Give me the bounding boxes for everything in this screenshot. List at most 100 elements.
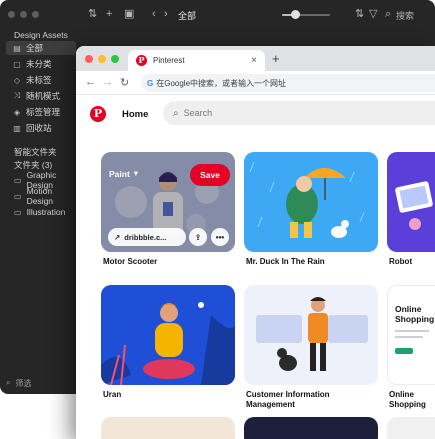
folder-item-graphic-design[interactable]: ▭ Graphic Design (6, 170, 80, 190)
folder-item-motion-design[interactable]: ▭ Motion Design (6, 186, 80, 206)
minimize-window-button[interactable] (20, 11, 27, 18)
pin-image (244, 285, 378, 385)
untagged-icon: ◇ (13, 75, 21, 85)
text-line (395, 336, 423, 338)
sync-icon[interactable]: ⇅ (88, 8, 97, 20)
search-input[interactable]: ⌕ Search (163, 101, 435, 125)
add-icon[interactable]: + (106, 8, 112, 20)
address-placeholder: 在Google中搜索，或者输入一个网址 (156, 78, 287, 88)
share-button[interactable]: ⇪ (189, 228, 207, 246)
more-options-button[interactable]: ••• (211, 228, 229, 246)
app-sidebar: Design Assets ▤ 全部 ▢ 未分类 ◇ 未标签 ⤨ 随机模式 ◈ … (0, 30, 78, 394)
sidebar-item-tag-manage[interactable]: ◈ 标签管理 (6, 105, 76, 119)
folder-icon: ▭ (14, 191, 22, 201)
tab-pinterest[interactable]: P Pinterest × (128, 50, 265, 71)
share-icon: ⇪ (194, 232, 202, 242)
pin-image (244, 152, 378, 252)
pin-caption[interactable]: Customer Information Management (246, 390, 376, 410)
close-icon[interactable]: × (251, 55, 257, 66)
forward-icon[interactable]: › (164, 8, 168, 20)
address-bar-row: ← → ↻ G 在Google中搜索，或者输入一个网址 (76, 71, 435, 95)
pin-card-uran[interactable] (101, 285, 235, 385)
board-select[interactable]: Paint ▾ (109, 168, 138, 179)
save-button[interactable]: Save (190, 164, 230, 186)
unsorted-icon: ▢ (13, 59, 21, 69)
pin-caption[interactable]: Online Shopping (389, 390, 435, 410)
sidebar-item-label: 全部 (26, 43, 44, 53)
pin-image (101, 285, 235, 385)
sidebar-item-untagged[interactable]: ◇ 未标签 (6, 73, 76, 87)
new-tab-button[interactable]: + (272, 51, 280, 66)
sidebar-item-all[interactable]: ▤ 全部 (6, 41, 76, 55)
pin-image (387, 152, 435, 252)
search-placeholder: Search (183, 108, 213, 118)
sidebar-item-unsorted[interactable]: ▢ 未分类 (6, 57, 76, 71)
back-icon[interactable]: ← (85, 76, 96, 88)
pin-caption[interactable]: Robot (389, 257, 412, 267)
forward-icon[interactable]: → (102, 76, 113, 88)
trash-icon: ▥ (13, 123, 21, 133)
board-select-label: Paint (109, 168, 130, 179)
pin-card-robot[interactable] (387, 152, 435, 252)
tab-title: Pinterest (153, 56, 185, 65)
minimize-window-button[interactable] (98, 55, 106, 63)
folder-icon: ▭ (14, 175, 22, 185)
browser-tabbar: P Pinterest × + (76, 46, 435, 71)
pin-card[interactable] (244, 417, 378, 439)
sidebar-item-label: 随机模式 (26, 91, 61, 101)
pin-card-customer-information[interactable] (244, 285, 378, 385)
zoom-window-button[interactable] (32, 11, 39, 18)
source-link[interactable]: ↗ dribbble.c... (108, 228, 186, 246)
pin-card[interactable] (101, 417, 235, 439)
sidebar-item-label: 未分类 (26, 59, 52, 69)
search-label[interactable]: 搜索 (396, 9, 414, 22)
search-icon[interactable]: ⌕ (385, 8, 391, 20)
pin-caption[interactable]: Uran (103, 390, 121, 400)
browser-window: P Pinterest × + ← → ↻ G 在Google中搜索，或者输入一… (76, 46, 435, 439)
close-window-button[interactable] (8, 11, 15, 18)
pinterest-favicon-icon: P (136, 55, 147, 66)
more-icon: ••• (215, 232, 225, 242)
folder-icon: ▤ (13, 43, 21, 53)
thumbnail-size-slider[interactable] (282, 10, 330, 19)
reload-icon[interactable]: ↻ (120, 76, 129, 89)
smart-folders-header[interactable]: 智能文件夹 (14, 146, 57, 158)
folder-label: Illustration (26, 207, 66, 217)
pin-caption[interactable]: Motor Scooter (103, 257, 157, 267)
sidebar-item-label: 回收站 (26, 123, 52, 133)
pin-card-online-shopping[interactable]: Online Shopping (387, 285, 435, 385)
sidebar-item-label: 标签管理 (26, 107, 61, 117)
chevron-down-icon: ▾ (133, 168, 139, 178)
arrow-up-right-icon: ↗ (114, 232, 121, 242)
pinterest-header: P Home ⌕ Search (76, 95, 435, 133)
sidebar-item-trash[interactable]: ▥ 回收站 (6, 121, 76, 135)
pin-card[interactable] (387, 417, 435, 439)
pin-card-motor-scooter[interactable]: Paint ▾ Save ↗ dribbble.c... ⇪ ••• (101, 152, 235, 252)
sidebar-filter[interactable]: ⌕ 筛选 (6, 376, 74, 390)
close-window-button[interactable] (85, 55, 93, 63)
pin-card-text: Online Shopping (395, 304, 435, 324)
zoom-window-button[interactable] (111, 55, 119, 63)
sidebar-toggle-icon[interactable]: ▣ (124, 8, 134, 20)
filter-label: 筛选 (15, 378, 32, 388)
sort-icon[interactable]: ⇅ (355, 8, 364, 20)
source-link-label: dribbble.c... (124, 232, 167, 242)
filter-icon[interactable]: ▽ (369, 8, 377, 20)
address-input[interactable]: G 在Google中搜索，或者输入一个网址 (141, 74, 435, 92)
home-button[interactable]: Home (114, 103, 156, 125)
random-icon: ⤨ (13, 91, 21, 100)
sidebar-item-random[interactable]: ⤨ 随机模式 (6, 89, 76, 103)
library-name[interactable]: Design Assets (14, 30, 68, 40)
pin-card-mr-duck[interactable] (244, 152, 378, 252)
search-icon: ⌕ (173, 107, 179, 119)
sidebar-item-label: 未标签 (26, 75, 52, 85)
tag-manage-icon: ◈ (13, 107, 21, 117)
pinterest-logo-icon[interactable]: P (90, 106, 106, 122)
text-line (395, 330, 429, 332)
back-icon[interactable]: ‹ (152, 8, 156, 20)
folder-icon: ▭ (14, 207, 22, 217)
folder-label: Motion Design (26, 186, 54, 206)
folder-item-illustration[interactable]: ▭ Illustration (6, 205, 80, 219)
pin-caption[interactable]: Mr. Duck In The Rain (246, 257, 325, 267)
slider-knob[interactable] (291, 10, 300, 19)
